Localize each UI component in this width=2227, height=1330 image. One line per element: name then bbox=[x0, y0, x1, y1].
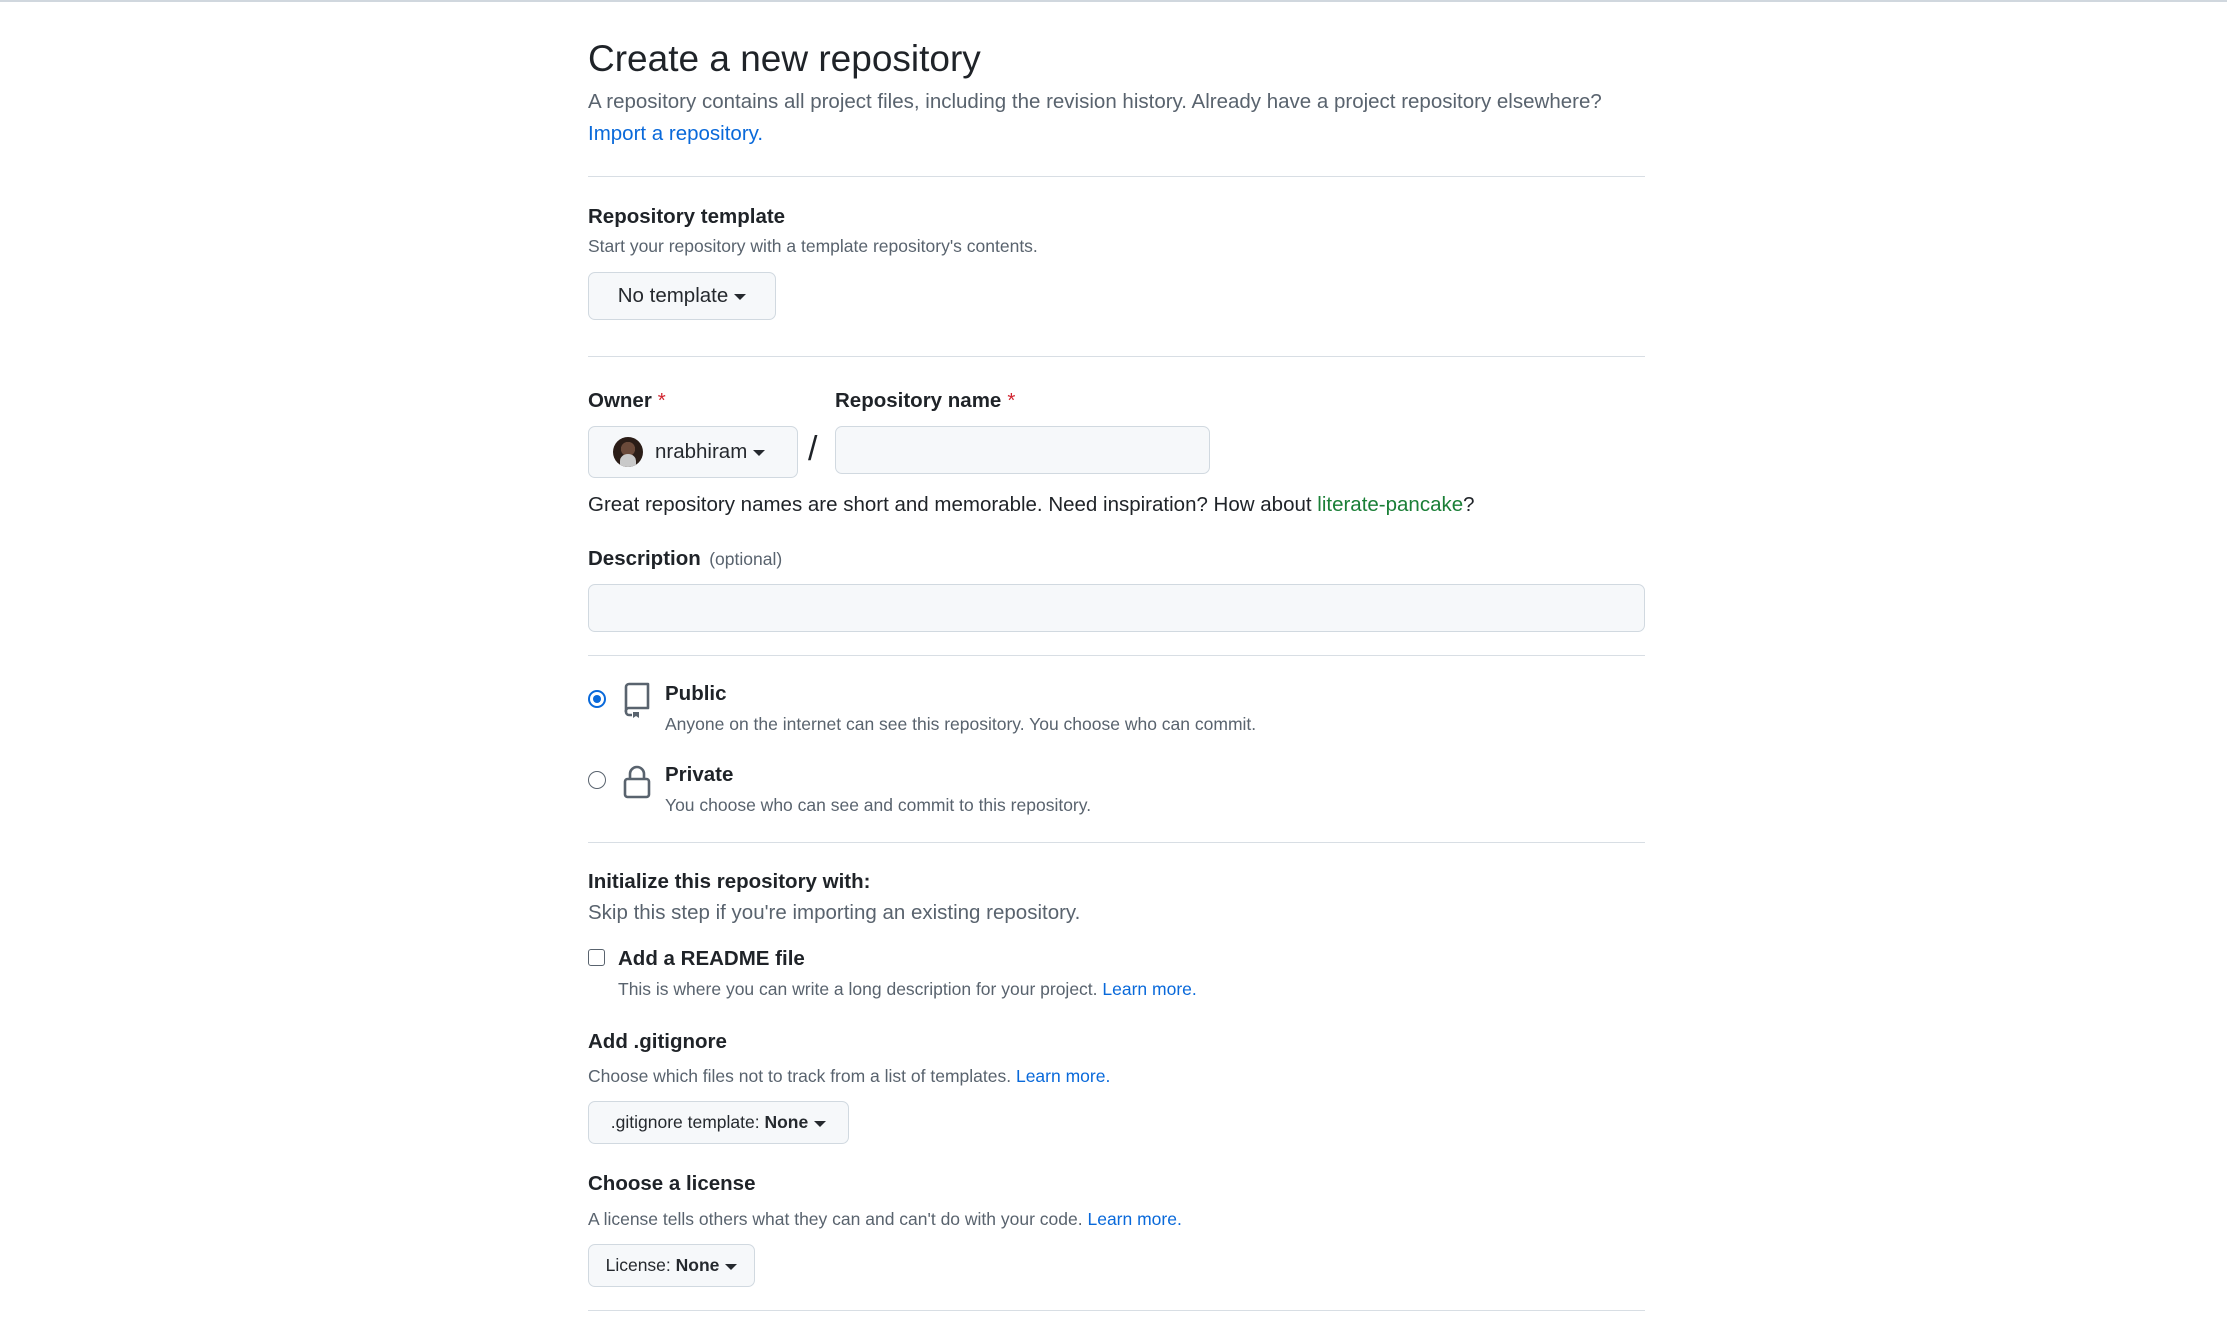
chevron-down-icon bbox=[753, 450, 766, 456]
avatar bbox=[613, 437, 643, 467]
gitignore-label: Add .gitignore bbox=[588, 1030, 727, 1053]
page-subtitle: A repository contains all project files,… bbox=[588, 90, 1602, 113]
description-label-text: Description bbox=[588, 547, 701, 570]
owner-repo-separator: / bbox=[808, 430, 818, 468]
visibility-private-note: You choose who can see and commit to thi… bbox=[665, 795, 1092, 815]
readme-learn-more-link[interactable]: Learn more. bbox=[1102, 979, 1196, 999]
chevron-down-icon bbox=[725, 1263, 738, 1270]
repo-name-label-text: Repository name bbox=[835, 389, 1002, 412]
repo-name-hint: Great repository names are short and mem… bbox=[588, 493, 1475, 517]
repo-name-input[interactable] bbox=[835, 426, 1210, 474]
visibility-public-radio[interactable] bbox=[588, 690, 606, 708]
gitignore-note: Choose which files not to track from a l… bbox=[588, 1066, 1110, 1087]
required-mark: * bbox=[657, 389, 666, 412]
divider bbox=[588, 176, 1645, 177]
gitignore-learn-more-link[interactable]: Learn more. bbox=[1016, 1066, 1110, 1086]
visibility-private-label: Private bbox=[665, 763, 734, 786]
divider bbox=[588, 842, 1645, 843]
readme-checkbox[interactable] bbox=[588, 949, 605, 966]
description-label: Description (optional) bbox=[588, 547, 782, 571]
owner-label: Owner * bbox=[588, 389, 666, 413]
divider bbox=[588, 356, 1645, 357]
gitignore-note-text: Choose which files not to track from a l… bbox=[588, 1066, 1012, 1086]
owner-select-button[interactable]: nrabhiram bbox=[588, 426, 798, 478]
visibility-public-label: Public bbox=[665, 682, 727, 705]
import-repository-link[interactable]: Import a repository. bbox=[588, 122, 763, 146]
license-select-value: None bbox=[675, 1255, 720, 1275]
initialize-note: Skip this step if you're importing an ex… bbox=[588, 901, 1081, 924]
owner-value: nrabhiram bbox=[655, 440, 748, 463]
repo-name-hint-suffix: ? bbox=[1463, 493, 1475, 516]
template-note: Start your repository with a template re… bbox=[588, 236, 1038, 256]
optional-tag: (optional) bbox=[709, 549, 783, 569]
license-select-button[interactable]: License: None bbox=[588, 1244, 755, 1287]
divider bbox=[588, 1310, 1645, 1311]
description-input[interactable] bbox=[588, 584, 1645, 632]
license-label: Choose a license bbox=[588, 1172, 756, 1195]
initialize-label: Initialize this repository with: bbox=[588, 870, 871, 893]
license-learn-more-link[interactable]: Learn more. bbox=[1087, 1209, 1181, 1229]
gitignore-select-value: None bbox=[764, 1112, 809, 1132]
readme-label[interactable]: Add a README file bbox=[618, 947, 805, 971]
gitignore-select-prefix: .gitignore template: bbox=[610, 1112, 765, 1132]
template-select-button[interactable]: No template bbox=[588, 272, 776, 320]
license-note: A license tells others what they can and… bbox=[588, 1209, 1182, 1230]
readme-note: This is where you can write a long descr… bbox=[618, 979, 1197, 1000]
required-mark: * bbox=[1007, 389, 1016, 412]
template-select-label: No template bbox=[617, 284, 729, 307]
divider bbox=[588, 655, 1645, 656]
license-note-text: A license tells others what they can and… bbox=[588, 1209, 1083, 1229]
name-suggestion-link[interactable]: literate-pancake bbox=[1317, 493, 1463, 516]
repo-name-hint-text: Great repository names are short and mem… bbox=[588, 493, 1318, 516]
template-label: Repository template bbox=[588, 205, 786, 228]
lock-icon bbox=[623, 765, 651, 799]
visibility-private-radio[interactable] bbox=[588, 771, 606, 789]
owner-label-text: Owner bbox=[588, 389, 652, 412]
license-select-prefix: License: bbox=[605, 1255, 676, 1275]
repo-icon bbox=[624, 682, 650, 718]
readme-note-text: This is where you can write a long descr… bbox=[618, 979, 1098, 999]
chevron-down-icon bbox=[734, 294, 747, 300]
visibility-public-note: Anyone on the internet can see this repo… bbox=[665, 714, 1257, 734]
gitignore-template-select-button[interactable]: .gitignore template: None bbox=[588, 1101, 849, 1144]
page-title: Create a new repository bbox=[588, 38, 981, 79]
chevron-down-icon bbox=[814, 1120, 827, 1127]
repo-name-label: Repository name * bbox=[835, 389, 1015, 413]
